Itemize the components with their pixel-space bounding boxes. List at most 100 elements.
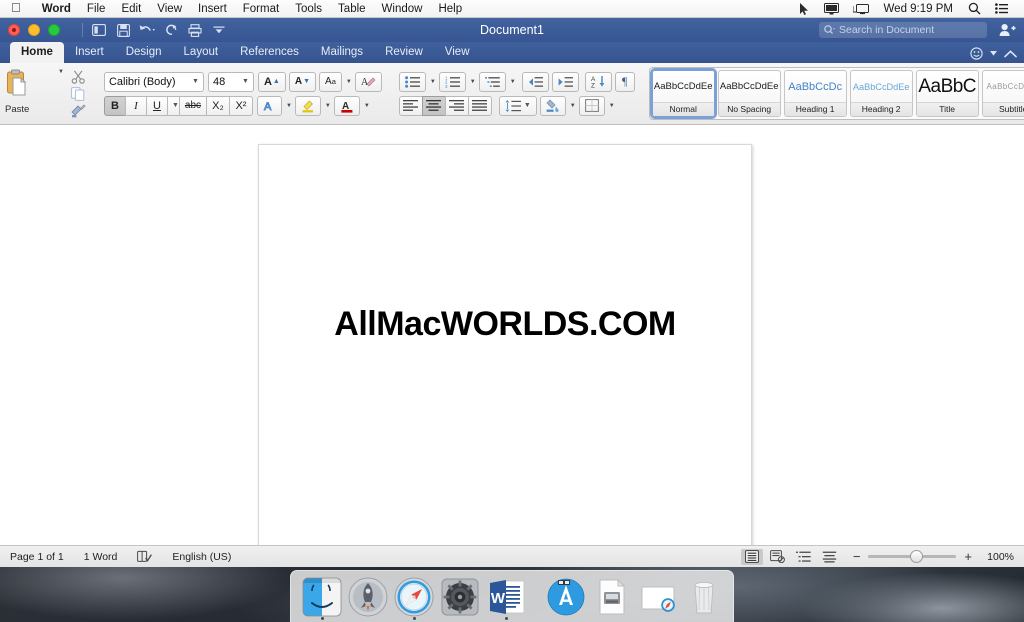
- undo-icon[interactable]: [135, 20, 159, 40]
- document-page-1[interactable]: AllMacWORLDS.COM: [258, 144, 752, 563]
- highlight-dropdown-caret-icon[interactable]: ▼: [325, 103, 331, 109]
- tab-review[interactable]: Review: [374, 42, 434, 63]
- style-title[interactable]: AaBbC Title: [915, 70, 979, 117]
- tab-mailings[interactable]: Mailings: [310, 42, 374, 63]
- collapse-ribbon-chevron-icon[interactable]: [1004, 49, 1017, 58]
- style-heading-1[interactable]: AaBbCcDc Heading 1: [783, 70, 847, 117]
- menu-item-file[interactable]: File: [79, 0, 114, 18]
- shrink-font-icon[interactable]: A ▼: [288, 71, 317, 92]
- menu-item-edit[interactable]: Edit: [113, 0, 149, 18]
- style-subtitle[interactable]: AaBbCcDdEe Subtitle: [981, 70, 1024, 117]
- grow-font-icon[interactable]: A ▲: [257, 71, 286, 92]
- menu-item-help[interactable]: Help: [430, 0, 470, 18]
- apple-logo-icon[interactable]: : [11, 1, 21, 14]
- tab-home[interactable]: Home: [10, 42, 64, 63]
- smiley-dropdown-caret-icon[interactable]: [990, 51, 997, 56]
- bulleted-list-icon[interactable]: [398, 71, 426, 92]
- subscript-button[interactable]: X₂: [205, 95, 230, 116]
- align-center-icon[interactable]: [421, 95, 446, 116]
- borders-icon[interactable]: [578, 95, 605, 116]
- print-layout-view-icon[interactable]: [740, 548, 763, 565]
- multilevel-list-icon[interactable]: [478, 71, 506, 92]
- page-info[interactable]: Page 1 of 1: [0, 551, 74, 563]
- clear-formatting-icon[interactable]: A: [354, 71, 382, 92]
- bullets-dropdown-caret-icon[interactable]: ▼: [430, 79, 436, 85]
- text-effects-dropdown-caret-icon[interactable]: ▼: [286, 103, 292, 109]
- tab-layout[interactable]: Layout: [173, 42, 230, 63]
- menu-item-view[interactable]: View: [149, 0, 190, 18]
- text-highlight-icon[interactable]: [294, 95, 321, 116]
- zoom-out-button[interactable]: −: [853, 549, 861, 564]
- zoom-slider-knob[interactable]: [910, 550, 924, 563]
- dock-item-downloads-stack[interactable]: [591, 575, 633, 619]
- cursor-pointer-icon[interactable]: [799, 2, 810, 15]
- menu-bar-clock[interactable]: Wed 9:19 PM: [884, 3, 953, 15]
- menu-item-table[interactable]: Table: [330, 0, 374, 18]
- draft-view-icon[interactable]: [819, 549, 841, 565]
- screen-share-icon[interactable]: [852, 3, 869, 15]
- borders-dropdown-caret-icon[interactable]: ▼: [609, 103, 615, 109]
- paste-dropdown-caret-icon[interactable]: ▼: [58, 69, 64, 75]
- redo-icon[interactable]: [159, 20, 183, 40]
- pilcrow-show-marks-icon[interactable]: ¶: [614, 71, 635, 92]
- style-normal[interactable]: AaBbCcDdEe Normal: [649, 68, 717, 119]
- dock-item-finder[interactable]: [301, 575, 343, 620]
- search-in-document-field[interactable]: Search in Document: [819, 22, 987, 38]
- font-color-icon[interactable]: A: [333, 95, 360, 116]
- align-left-icon[interactable]: [398, 95, 423, 116]
- notification-center-icon[interactable]: [995, 3, 1008, 14]
- menu-item-tools[interactable]: Tools: [287, 0, 330, 18]
- strikethrough-button[interactable]: abc: [178, 95, 207, 116]
- window-close-button[interactable]: [8, 24, 20, 36]
- dock-item-safari[interactable]: [393, 575, 435, 620]
- copy-pages-icon[interactable]: [70, 86, 87, 101]
- window-minimize-button[interactable]: [28, 24, 40, 36]
- change-case-dropdown-caret-icon[interactable]: ▼: [346, 79, 352, 85]
- tab-references[interactable]: References: [229, 42, 310, 63]
- save-icon[interactable]: [111, 20, 135, 40]
- style-heading-2[interactable]: AaBbCcDdEe Heading 2: [849, 70, 913, 117]
- language-indicator[interactable]: English (US): [162, 551, 241, 563]
- underline-button[interactable]: U: [145, 95, 168, 116]
- paste-button[interactable]: Paste: [5, 69, 57, 117]
- line-spacing-icon[interactable]: ▼: [498, 95, 537, 116]
- word-count[interactable]: 1 Word: [74, 551, 128, 563]
- menu-item-format[interactable]: Format: [235, 0, 287, 18]
- zoom-percent-label[interactable]: 100%: [980, 551, 1014, 563]
- decrease-indent-icon[interactable]: [521, 71, 549, 92]
- dock-item-app-store[interactable]: [545, 575, 587, 619]
- print-icon[interactable]: [183, 20, 207, 40]
- web-layout-view-icon[interactable]: [767, 549, 789, 565]
- add-person-icon[interactable]: [999, 23, 1016, 37]
- tab-insert[interactable]: Insert: [64, 42, 115, 63]
- increase-indent-icon[interactable]: [551, 71, 579, 92]
- change-case-icon[interactable]: Aa: [319, 71, 342, 92]
- menu-item-word[interactable]: Word: [34, 0, 79, 18]
- menu-item-insert[interactable]: Insert: [190, 0, 235, 18]
- multilevel-dropdown-caret-icon[interactable]: ▼: [510, 79, 516, 85]
- dock-item-microsoft-word[interactable]: W: [485, 575, 527, 620]
- display-mirror-icon[interactable]: [823, 2, 839, 15]
- numbering-dropdown-caret-icon[interactable]: ▼: [470, 79, 476, 85]
- font-color-dropdown-caret-icon[interactable]: ▼: [364, 103, 370, 109]
- document-canvas[interactable]: AllMacWORLDS.COM: [0, 125, 1024, 563]
- spotlight-search-icon[interactable]: [968, 2, 981, 15]
- dock-item-document-file[interactable]: [637, 575, 679, 619]
- italic-button[interactable]: I: [124, 95, 147, 116]
- window-zoom-button[interactable]: [48, 24, 60, 36]
- dock-item-launchpad[interactable]: [347, 575, 389, 619]
- sidebar-toggle-icon[interactable]: [87, 20, 111, 40]
- justify-icon[interactable]: [467, 95, 492, 116]
- paragraph-shading-icon[interactable]: [539, 95, 566, 116]
- dock-item-trash[interactable]: [683, 575, 725, 619]
- dock-item-system-preferences[interactable]: [439, 575, 481, 619]
- tab-view[interactable]: View: [434, 42, 481, 63]
- numbered-list-icon[interactable]: 123: [438, 71, 466, 92]
- superscript-button[interactable]: X²: [228, 95, 253, 116]
- proofing-errors-icon[interactable]: [127, 550, 162, 563]
- customize-toolbar-icon[interactable]: [207, 20, 231, 40]
- style-no-spacing[interactable]: AaBbCcDdEe No Spacing: [717, 70, 781, 117]
- format-painter-brush-icon[interactable]: [70, 103, 87, 118]
- bold-button[interactable]: B: [103, 95, 126, 116]
- outline-view-icon[interactable]: [793, 549, 815, 565]
